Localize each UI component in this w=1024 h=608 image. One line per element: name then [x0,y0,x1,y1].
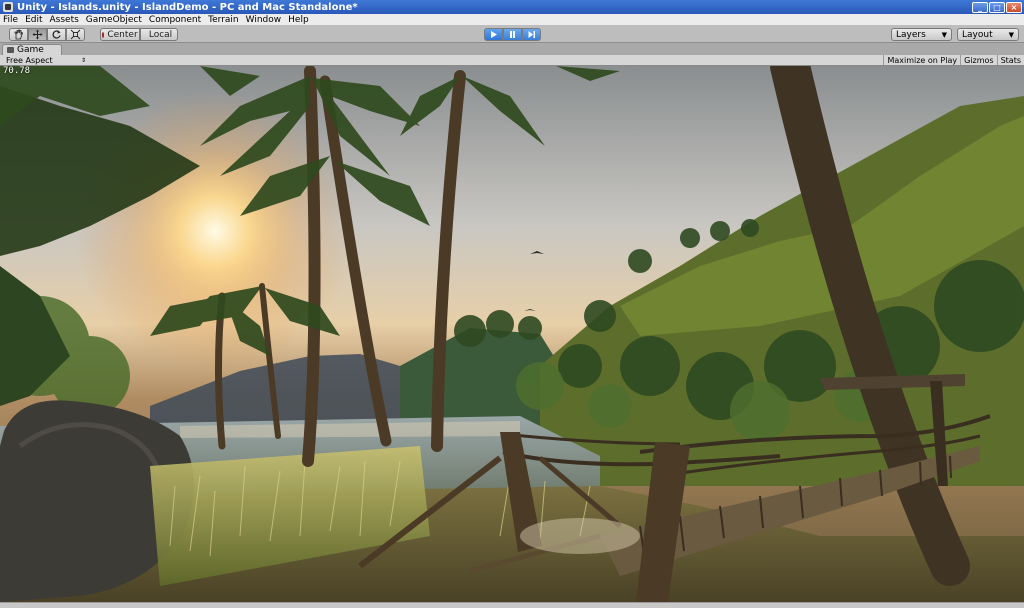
menu-component[interactable]: Component [149,15,201,25]
pause-icon [510,31,515,38]
rotate-tool-button[interactable] [47,28,66,41]
layout-label: Layout [962,29,993,40]
pivot-local-button[interactable]: Local [140,28,178,41]
stats-button[interactable]: Stats [996,55,1024,65]
window-title: Unity - Islands.unity - IslandDemo - PC … [17,1,358,13]
transform-tools [9,28,85,41]
title-bar: Unity - Islands.unity - IslandDemo - PC … [0,0,1024,14]
pivot-center-label: Center [107,29,138,40]
toolbar: Center Local Layers ▼ Layout ▼ [0,26,1024,43]
maximize-button[interactable]: □ [989,1,1005,13]
island-scene [0,66,1024,602]
pivot-toggles: Center Local [100,28,178,41]
step-icon [528,31,535,38]
close-button[interactable]: × [1006,1,1022,13]
menu-assets[interactable]: Assets [50,15,79,25]
aspect-label: Free Aspect [6,55,53,65]
move-arrows-icon [32,29,43,40]
step-button[interactable] [522,28,541,41]
chevron-down-icon: ▼ [1008,30,1014,39]
layout-dropdown[interactable]: Layout ▼ [957,28,1019,41]
pivot-local-label: Local [148,29,173,40]
unity-icon [3,2,13,12]
layers-dropdown[interactable]: Layers ▼ [891,28,952,41]
game-viewport[interactable]: 70.78 [0,66,1024,602]
gizmos-label: Gizmos [964,55,994,65]
rotate-icon [52,30,61,39]
tab-bar: Game [0,43,1024,55]
fps-counter: 70.78 [3,66,31,76]
hand-icon [14,29,23,40]
menu-bar: File Edit Assets GameObject Component Te… [0,14,1024,26]
layers-label: Layers [896,29,926,40]
center-icon [102,31,105,38]
pivot-center-button[interactable]: Center [100,28,140,41]
maximize-on-play-label: Maximize on Play [887,55,958,65]
play-icon [491,31,497,38]
minimize-button[interactable]: _ [972,1,988,13]
move-tool-button[interactable] [28,28,47,41]
play-button[interactable] [484,28,503,41]
chevron-down-icon: ▼ [941,30,947,39]
scale-tool-button[interactable] [66,28,85,41]
chevron-updown-icon: ⇕ [80,56,86,64]
tab-game-label: Game [17,45,44,55]
pause-button[interactable] [503,28,522,41]
tab-game[interactable]: Game [2,44,62,55]
hand-tool-button[interactable] [9,28,28,41]
aspect-dropdown[interactable]: Free Aspect ⇕ [6,55,86,65]
gizmos-button[interactable]: Gizmos [960,55,996,65]
menu-file[interactable]: File [3,15,18,25]
game-view-toolbar: Free Aspect ⇕ Maximize on Play Gizmos St… [0,55,1024,66]
menu-help[interactable]: Help [288,15,309,25]
stats-label: Stats [1000,55,1021,65]
menu-edit[interactable]: Edit [25,15,42,25]
menu-gameobject[interactable]: GameObject [86,15,142,25]
menu-window[interactable]: Window [246,15,282,25]
menu-terrain[interactable]: Terrain [208,15,238,25]
game-view-icon [7,47,14,53]
play-controls [484,28,541,41]
status-bar [0,602,1024,608]
maximize-on-play-button[interactable]: Maximize on Play [883,55,960,65]
scale-icon [70,29,81,40]
